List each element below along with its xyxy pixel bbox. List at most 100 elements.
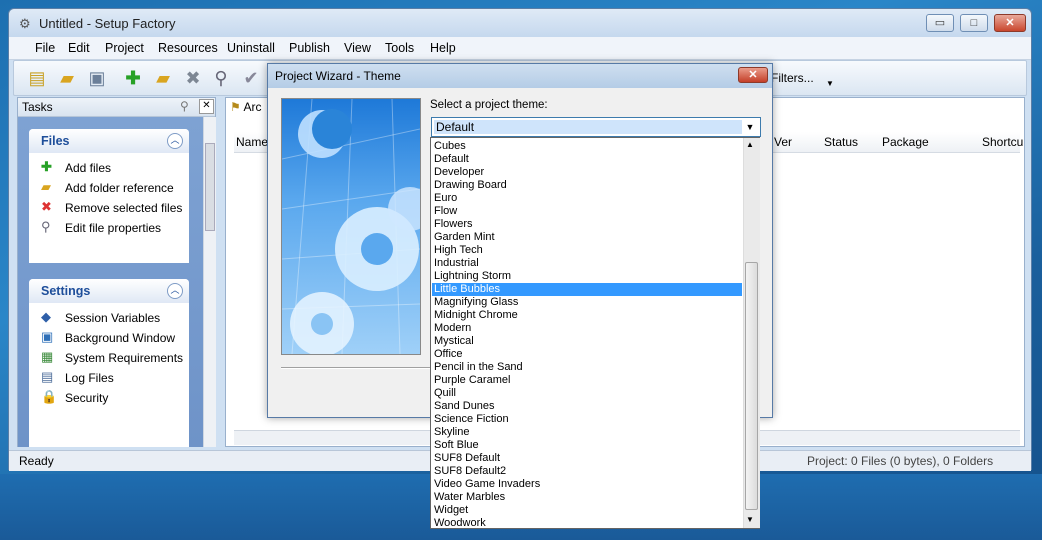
close-pane-icon[interactable]: ✕ [199, 99, 214, 114]
theme-select[interactable]: Default ▼ [431, 117, 761, 137]
task-label: Add files [65, 161, 112, 175]
theme-option[interactable]: SUF8 Default2 [432, 465, 742, 478]
archive-tab[interactable]: ⚑ Arc [230, 100, 261, 116]
theme-option[interactable]: Office [432, 348, 742, 361]
theme-option[interactable]: Flowers [432, 218, 742, 231]
tasks-scrollbar[interactable] [203, 117, 216, 447]
theme-option[interactable]: Science Fiction [432, 413, 742, 426]
column-name[interactable]: Name [236, 135, 268, 149]
open-folder-icon[interactable]: ▰ [56, 67, 78, 89]
project-summary: Project: 0 Files (0 bytes), 0 Folders [807, 454, 994, 468]
save-icon[interactable]: ▣ [86, 67, 108, 89]
task-background-window[interactable]: ▣ Background Window [29, 329, 189, 349]
menu-resources[interactable]: Resources [158, 41, 218, 55]
theme-option[interactable]: Drawing Board [432, 179, 742, 192]
folder-icon: ▰ [41, 179, 51, 194]
scroll-thumb[interactable] [745, 262, 758, 510]
menu-project[interactable]: Project [105, 41, 144, 55]
theme-option[interactable]: Widget [432, 504, 742, 517]
menu-publish[interactable]: Publish [289, 41, 330, 55]
menu-help[interactable]: Help [430, 41, 456, 55]
menu-uninstall[interactable]: Uninstall [227, 41, 275, 55]
menu-bar: File Edit Project Resources Uninstall Pu… [9, 37, 1031, 60]
filters-dropdown-icon[interactable]: ▼ [826, 79, 834, 88]
theme-option[interactable]: Developer [432, 166, 742, 179]
task-add-files[interactable]: ✚ Add files [29, 159, 189, 179]
theme-option[interactable]: Euro [432, 192, 742, 205]
task-edit-file-properties[interactable]: ⚲ Edit file properties [29, 219, 189, 239]
search-icon: ⚲ [41, 219, 51, 234]
add-folder-icon[interactable]: ▰ [152, 67, 174, 89]
theme-option[interactable]: Cubes [432, 140, 742, 153]
archive-icon: ⚑ [230, 100, 241, 114]
column-shortcut[interactable]: Shortcu [982, 135, 1023, 149]
menu-tools[interactable]: Tools [385, 41, 414, 55]
theme-option[interactable]: Video Game Invaders [432, 478, 742, 491]
task-remove-selected-files[interactable]: ✖ Remove selected files [29, 199, 189, 219]
theme-option[interactable]: Sand Dunes [432, 400, 742, 413]
new-project-icon[interactable]: ▤ [26, 67, 48, 89]
remove-icon: ✖ [41, 199, 52, 214]
search-icon[interactable]: ⚲ [210, 67, 232, 89]
requirements-icon: ▦ [41, 349, 54, 364]
column-version[interactable]: Ver [774, 135, 792, 149]
check-icon[interactable]: ✔ [240, 67, 262, 89]
theme-option[interactable]: Quill [432, 387, 742, 400]
theme-option[interactable]: Garden Mint [432, 231, 742, 244]
menu-edit[interactable]: Edit [68, 41, 90, 55]
remove-icon[interactable]: ✖ [182, 67, 204, 89]
theme-option[interactable]: Modern [432, 322, 742, 335]
menu-view[interactable]: View [344, 41, 371, 55]
task-security[interactable]: 🔒 Security [29, 389, 189, 409]
theme-option[interactable]: Mystical [432, 335, 742, 348]
collapse-icon[interactable]: ︿ [167, 283, 183, 299]
theme-option[interactable]: Little Bubbles [432, 283, 742, 296]
dialog-close-button[interactable]: ✕ [738, 67, 768, 83]
theme-option[interactable]: SUF8 Default [432, 452, 742, 465]
task-label: Add folder reference [65, 181, 174, 195]
scroll-up-icon[interactable]: ▲ [746, 140, 754, 149]
settings-group: Settings ︿ ◆ Session Variables ▣ Backgroun… [29, 279, 189, 447]
theme-option[interactable]: Default [432, 153, 742, 166]
chevron-down-icon[interactable]: ▼ [742, 119, 758, 135]
theme-option[interactable]: Midnight Chrome [432, 309, 742, 322]
theme-option[interactable]: Magnifying Glass [432, 296, 742, 309]
task-add-folder-reference[interactable]: ▰ Add folder reference [29, 179, 189, 199]
close-button[interactable]: ✕ [994, 14, 1026, 32]
add-files-icon[interactable]: ✚ [122, 67, 144, 89]
theme-option[interactable]: Pencil in the Sand [432, 361, 742, 374]
files-group-header[interactable]: Files ︿ [29, 129, 189, 153]
task-session-variables[interactable]: ◆ Session Variables [29, 309, 189, 329]
theme-preview-image [281, 98, 421, 355]
column-status[interactable]: Status [824, 135, 858, 149]
menu-file[interactable]: File [35, 41, 55, 55]
task-label: Background Window [65, 331, 176, 345]
theme-option[interactable]: Lightning Storm [432, 270, 742, 283]
task-label: Session Variables [65, 311, 161, 325]
pin-icon[interactable]: ⚲ [180, 99, 189, 113]
filters-button[interactable]: Filters... [771, 71, 814, 85]
dialog-title: Project Wizard - Theme [275, 69, 401, 83]
theme-select-value: Default [434, 120, 742, 134]
theme-option[interactable]: Industrial [432, 257, 742, 270]
theme-option[interactable]: Skyline [432, 426, 742, 439]
task-log-files[interactable]: ▤ Log Files [29, 369, 189, 389]
theme-option[interactable]: High Tech [432, 244, 742, 257]
column-package[interactable]: Package [882, 135, 929, 149]
theme-option[interactable]: Soft Blue [432, 439, 742, 452]
theme-option[interactable]: Woodwork [432, 517, 742, 530]
collapse-icon[interactable]: ︿ [167, 133, 183, 149]
theme-option[interactable]: Purple Caramel [432, 374, 742, 387]
theme-option[interactable]: Flow [432, 205, 742, 218]
scroll-thumb[interactable] [205, 143, 215, 231]
maximize-button[interactable]: □ [960, 14, 988, 32]
settings-group-header[interactable]: Settings ︿ [29, 279, 189, 303]
task-system-requirements[interactable]: ▦ System Requirements [29, 349, 189, 369]
log-icon: ▤ [41, 369, 54, 384]
dropdown-scrollbar[interactable]: ▲ ▼ [743, 138, 760, 528]
theme-option[interactable]: Water Marbles [432, 491, 742, 504]
title-bar: ⚙ Untitled - Setup Factory ▭ □ ✕ [9, 9, 1031, 37]
scroll-down-icon[interactable]: ▼ [746, 515, 754, 524]
minimize-button[interactable]: ▭ [926, 14, 954, 32]
window-title: Untitled - Setup Factory [39, 16, 176, 31]
